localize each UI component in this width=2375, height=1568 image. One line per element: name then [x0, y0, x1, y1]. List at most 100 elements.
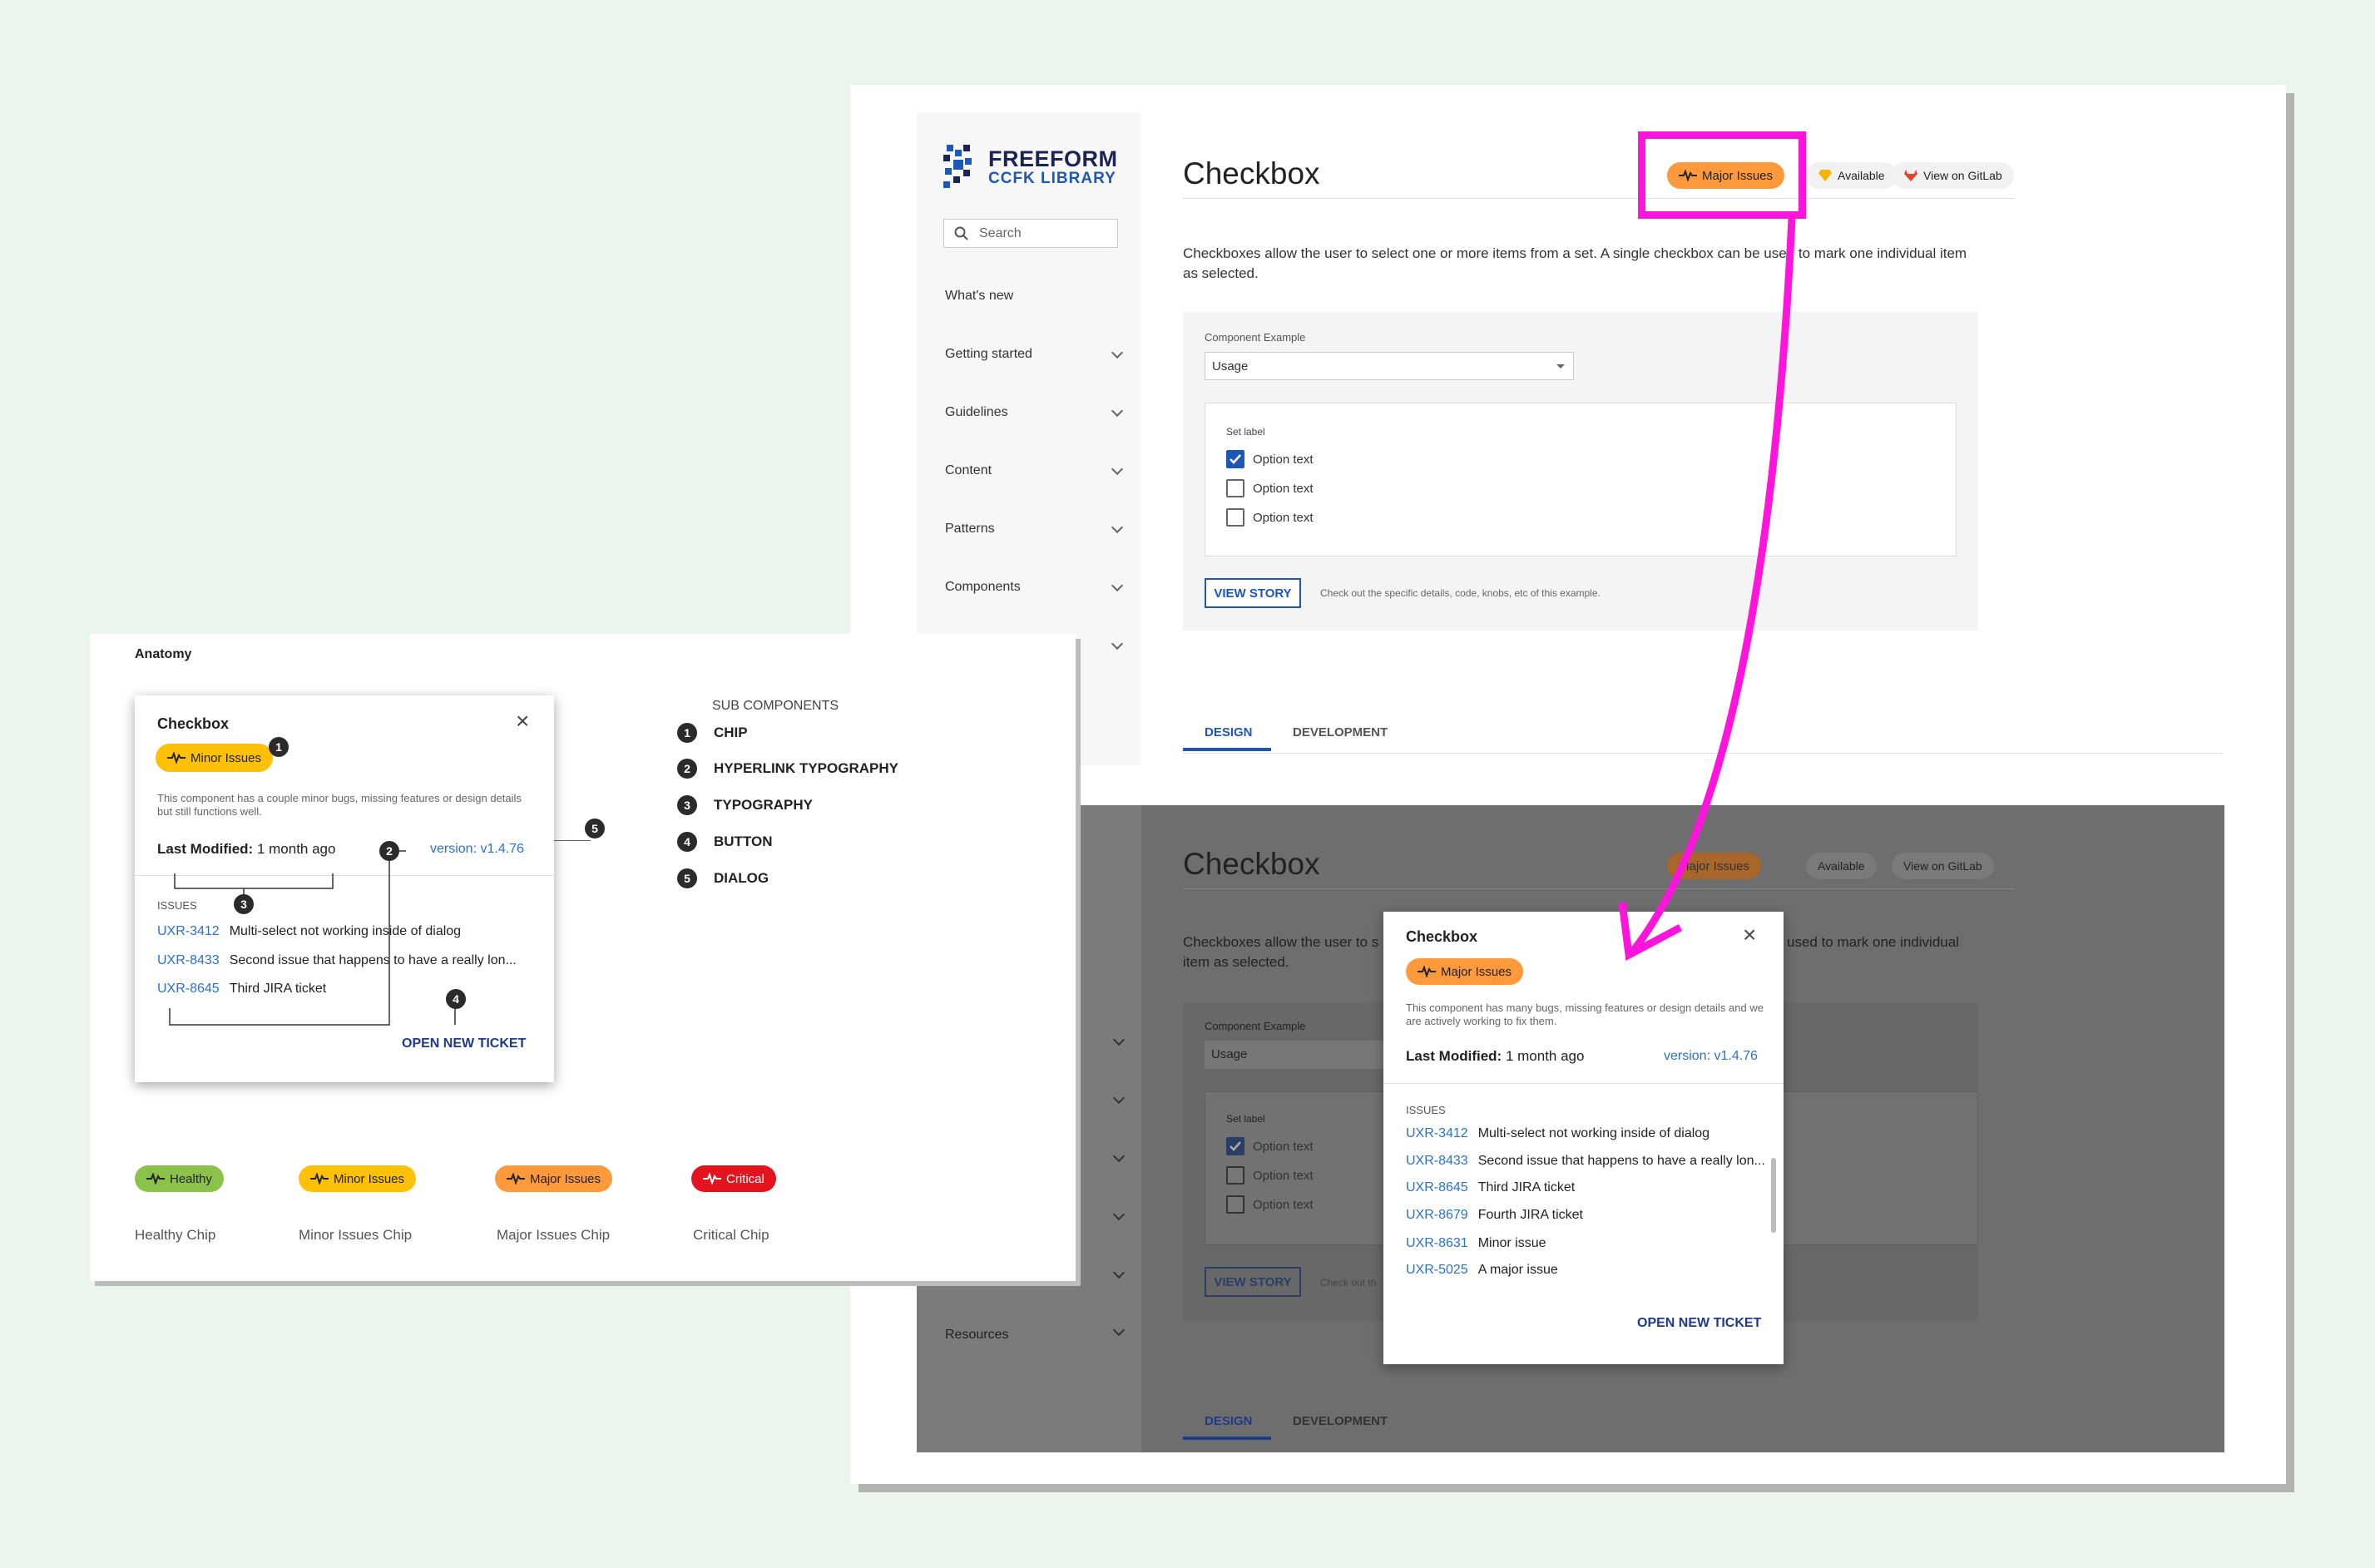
- chip-label: Minor Issues: [334, 1171, 405, 1186]
- checkbox-option-2[interactable]: Option text: [1226, 479, 1314, 497]
- chip-label: Healthy: [170, 1171, 212, 1186]
- nav-whats-new[interactable]: What's new: [945, 284, 1128, 309]
- search-input[interactable]: Search: [943, 219, 1118, 248]
- view-story-button[interactable]: VIEW STORY: [1205, 578, 1301, 608]
- dimmed-tab-design: DESIGN: [1205, 1414, 1253, 1428]
- tab-design[interactable]: DESIGN: [1205, 725, 1253, 739]
- close-icon[interactable]: ×: [516, 710, 529, 733]
- brand-line1: FREEFORM: [988, 146, 1118, 171]
- sub-label: TYPOGRAPHY: [714, 797, 814, 813]
- chip-label: View on GitLab: [1903, 859, 1982, 873]
- nav-label: Getting started: [945, 347, 1032, 361]
- last-modified: Last Modified: 1 month ago: [1406, 1048, 1584, 1065]
- sub-number: 2: [677, 759, 697, 779]
- checkbox-unchecked-icon: [1226, 1166, 1244, 1185]
- dialog-title: Checkbox: [1406, 928, 1478, 945]
- pulse-icon: [167, 752, 186, 764]
- anatomy-connectors: [169, 840, 591, 1026]
- critical-chip: Critical: [691, 1165, 776, 1192]
- nav-getting-started[interactable]: Getting started: [945, 342, 1128, 367]
- nav-guidelines[interactable]: Guidelines: [945, 400, 1128, 425]
- issue-key[interactable]: UXR-8631: [1406, 1236, 1468, 1251]
- major-issues-dialog: Checkbox × Major Issues This component h…: [1383, 912, 1784, 1364]
- last-modified-value: 1 month ago: [1505, 1048, 1585, 1064]
- issue-row[interactable]: UXR-8631 Minor issue: [1406, 1236, 1546, 1251]
- sub-component-item: 1 CHIP: [677, 723, 748, 743]
- dimmed-available-chip: Available: [1806, 853, 1877, 879]
- open-new-ticket-button[interactable]: OPEN NEW TICKET: [1637, 1316, 1761, 1331]
- major-issues-chip: Major Issues: [495, 1165, 613, 1192]
- dimmed-example-label: Component Example: [1205, 1020, 1306, 1032]
- chevron-down-icon: [1111, 404, 1124, 418]
- issue-key[interactable]: UXR-8679: [1406, 1208, 1468, 1223]
- chip-caption: Healthy Chip: [135, 1227, 216, 1243]
- set-label: Set label: [1226, 426, 1265, 438]
- issue-row[interactable]: UXR-8433 Second issue that happens to hav…: [1406, 1154, 1765, 1169]
- dialog-scrollbar[interactable]: [1771, 1158, 1776, 1233]
- minor-issues-chip: Minor Issues: [299, 1165, 417, 1192]
- pulse-icon: [507, 1173, 525, 1185]
- chevron-down-icon: [1111, 346, 1124, 359]
- sub-component-item: 3 TYPOGRAPHY: [677, 795, 813, 815]
- issue-key[interactable]: UXR-8645: [1406, 1180, 1468, 1195]
- tab-development[interactable]: DEVELOPMENT: [1293, 725, 1388, 739]
- nav-content[interactable]: Content: [945, 458, 1128, 483]
- issue-row[interactable]: UXR-8645 Third JIRA ticket: [1406, 1180, 1575, 1195]
- dimmed-tab-indicator: [1183, 1437, 1271, 1440]
- dimmed-option-1: Option text: [1226, 1137, 1314, 1155]
- available-chip[interactable]: Available: [1806, 162, 1897, 189]
- chip-label: Critical: [726, 1171, 764, 1186]
- issue-key[interactable]: UXR-8433: [1406, 1154, 1468, 1169]
- issue-key[interactable]: UXR-5025: [1406, 1263, 1468, 1278]
- chip-caption: Minor Issues Chip: [299, 1227, 413, 1243]
- checkbox-option-3[interactable]: Option text: [1226, 508, 1314, 527]
- nav-label: Patterns: [945, 522, 995, 536]
- chip-label: Major Issues: [1441, 964, 1512, 979]
- sub-label: HYPERLINK TYPOGRAPHY: [714, 760, 898, 776]
- option-label: Option text: [1253, 1139, 1314, 1154]
- library-logo[interactable]: FREEFORM CCFK LIBRARY: [940, 143, 1118, 191]
- freeform-logo-icon: [943, 145, 972, 188]
- gitlab-icon: [1904, 170, 1917, 181]
- issues-heading: ISSUES: [1406, 1104, 1446, 1116]
- dimmed-option-3: Option text: [1226, 1195, 1314, 1214]
- minor-issues-chip: Minor Issues: [156, 744, 274, 772]
- dimmed-desc-line2: item as selected.: [1183, 954, 1289, 970]
- dialog-description: This component has many bugs, missing fe…: [1406, 1002, 1764, 1027]
- dimmed-desc-right: used to mark one individual: [1787, 934, 1959, 950]
- sub-label: CHIP: [714, 725, 748, 740]
- nav-label: Guidelines: [945, 405, 1008, 419]
- marker-3: 3: [234, 894, 254, 914]
- issue-row[interactable]: UXR-3412 Multi-select not working inside …: [1406, 1126, 1710, 1141]
- checkbox-checked-icon: [1226, 450, 1244, 468]
- dimmed-tab-development: DEVELOPMENT: [1293, 1414, 1388, 1428]
- chevron-down-icon: [1111, 637, 1124, 650]
- pulse-icon: [146, 1173, 165, 1185]
- checkbox-option-1[interactable]: Option text: [1226, 450, 1314, 468]
- anatomy-heading: Anatomy: [135, 647, 192, 661]
- dimmed-desc-left: Checkboxes allow the user to s: [1183, 934, 1379, 950]
- nav-components[interactable]: Components: [945, 575, 1128, 600]
- logo-wordmark: FREEFORM CCFK LIBRARY: [988, 146, 1118, 187]
- dimmed-view-story-note: Check out th: [1320, 1277, 1377, 1289]
- issue-row[interactable]: UXR-5025 A major issue: [1406, 1263, 1558, 1278]
- sub-component-item: 4 BUTTON: [677, 832, 773, 852]
- example-select[interactable]: Usage: [1205, 352, 1574, 380]
- issue-key[interactable]: UXR-3412: [1406, 1126, 1468, 1141]
- gitlab-chip[interactable]: View on GitLab: [1892, 162, 2014, 189]
- issue-text: Multi-select not working inside of dialo…: [1477, 1126, 1710, 1140]
- issue-text: Second issue that happens to have a real…: [1477, 1154, 1765, 1168]
- marker-4: 4: [446, 989, 466, 1009]
- search-placeholder: Search: [979, 225, 1022, 240]
- marker-2: 2: [379, 841, 399, 861]
- checkbox-unchecked-icon: [1226, 479, 1244, 497]
- issue-row[interactable]: UXR-8679 Fourth JIRA ticket: [1406, 1208, 1583, 1223]
- sub-number: 5: [677, 868, 697, 888]
- version-link[interactable]: version: v1.4.76: [1664, 1049, 1758, 1064]
- dimmed-title: Checkbox: [1183, 847, 1320, 881]
- brand-line2: CCFK LIBRARY: [988, 170, 1116, 187]
- nav-label: Components: [945, 580, 1021, 594]
- checkbox-unchecked-icon: [1226, 508, 1244, 527]
- last-modified-label: Last Modified:: [1406, 1048, 1502, 1064]
- nav-patterns[interactable]: Patterns: [945, 517, 1128, 542]
